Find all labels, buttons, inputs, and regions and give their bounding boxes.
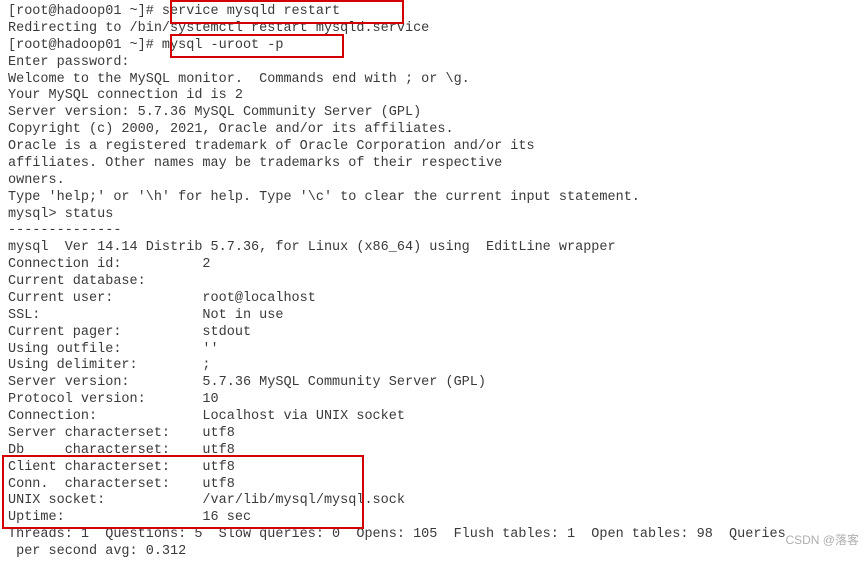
terminal-line: [root@hadoop01 ~]# service mysqld restar… (8, 4, 857, 21)
status-ssl: SSL: Not in use (8, 308, 857, 325)
status-client-charset: Client characterset: utf8 (8, 460, 857, 477)
status-current-database: Current database: (8, 274, 857, 291)
status-stats: Threads: 1 Questions: 5 Slow queries: 0 … (8, 527, 857, 544)
terminal-line: owners. (8, 173, 857, 190)
terminal-line: Your MySQL connection id is 2 (8, 88, 857, 105)
status-server-charset: Server characterset: utf8 (8, 426, 857, 443)
terminal-line: Welcome to the MySQL monitor. Commands e… (8, 72, 857, 89)
terminal-line: affiliates. Other names may be trademark… (8, 156, 857, 173)
status-server-version: Server version: 5.7.36 MySQL Community S… (8, 375, 857, 392)
terminal-line: mysql Ver 14.14 Distrib 5.7.36, for Linu… (8, 240, 857, 257)
terminal-line: Copyright (c) 2000, 2021, Oracle and/or … (8, 122, 857, 139)
terminal-line: Enter password: (8, 55, 857, 72)
status-current-pager: Current pager: stdout (8, 325, 857, 342)
terminal-line: Redirecting to /bin/systemctl restart my… (8, 21, 857, 38)
status-protocol-version: Protocol version: 10 (8, 392, 857, 409)
status-conn-charset: Conn. characterset: utf8 (8, 477, 857, 494)
status-connection: Connection: Localhost via UNIX socket (8, 409, 857, 426)
mysql-prompt-line[interactable]: mysql> status (8, 207, 857, 224)
status-using-delimiter: Using delimiter: ; (8, 358, 857, 375)
status-unix-socket: UNIX socket: /var/lib/mysql/mysql.sock (8, 493, 857, 510)
status-using-outfile: Using outfile: '' (8, 342, 857, 359)
status-uptime: Uptime: 16 sec (8, 510, 857, 527)
terminal-line: [root@hadoop01 ~]# mysql -uroot -p (8, 38, 857, 55)
terminal-line: Server version: 5.7.36 MySQL Community S… (8, 105, 857, 122)
status-stats: per second avg: 0.312 (8, 544, 857, 561)
terminal-line: Oracle is a registered trademark of Orac… (8, 139, 857, 156)
terminal-line: -------------- (8, 223, 857, 240)
terminal-line: Type 'help;' or '\h' for help. Type '\c'… (8, 190, 857, 207)
watermark: CSDN @落客 (785, 533, 859, 548)
status-db-charset: Db characterset: utf8 (8, 443, 857, 460)
status-current-user: Current user: root@localhost (8, 291, 857, 308)
status-connection-id: Connection id: 2 (8, 257, 857, 274)
